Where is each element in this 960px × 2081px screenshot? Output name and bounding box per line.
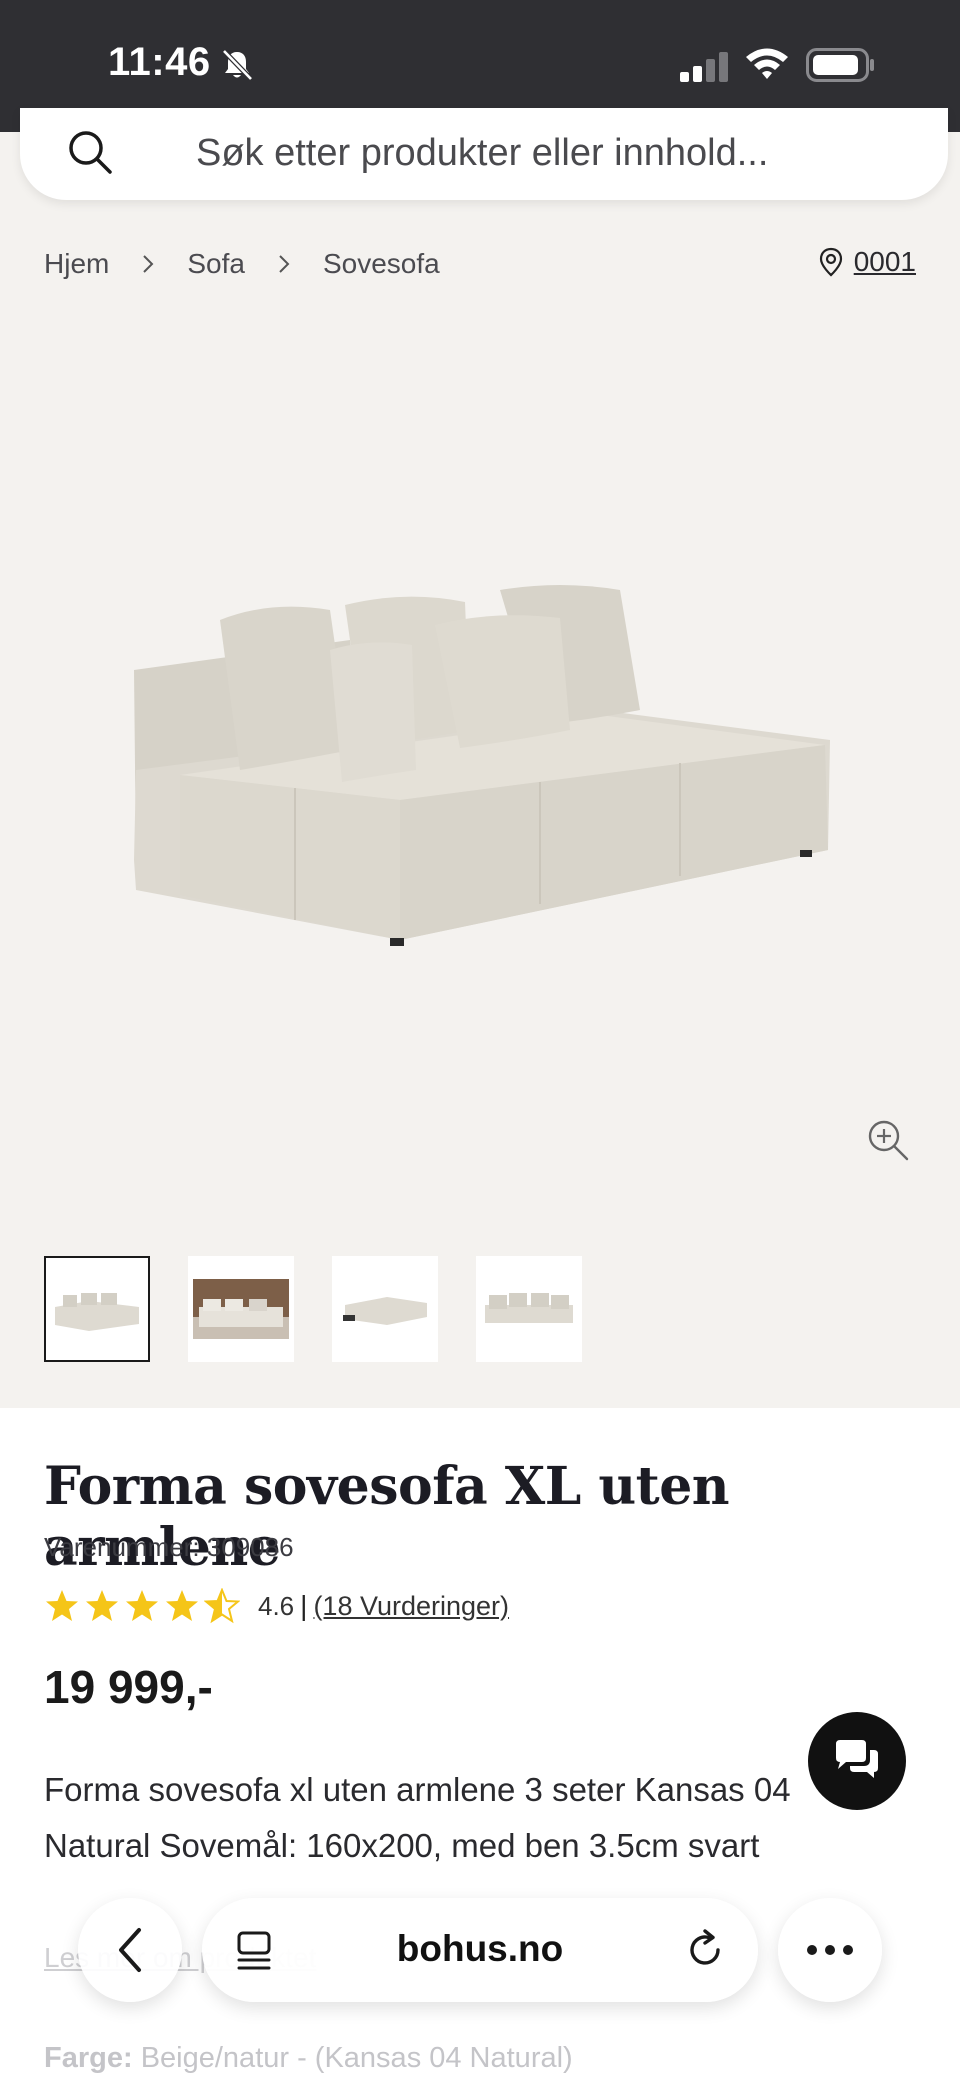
star-icon <box>86 1590 118 1621</box>
back-icon <box>119 1928 141 1972</box>
status-time: 11:46 <box>108 40 211 84</box>
thumbnail-2[interactable] <box>188 1256 294 1362</box>
color-label: Farge: <box>44 2042 133 2074</box>
rating-separator: | <box>300 1590 308 1621</box>
rating-count-link[interactable]: (18 Vurderinger) <box>313 1591 509 1622</box>
battery-icon <box>806 48 874 82</box>
thumbnail-1[interactable] <box>44 1256 150 1362</box>
search-icon[interactable] <box>66 128 114 176</box>
more-button[interactable] <box>778 1898 882 2002</box>
back-button[interactable] <box>78 1898 182 2002</box>
breadcrumb-item-sofa[interactable]: Sofa <box>187 248 245 280</box>
product-rating: 4.6 | (18 Vurderinger) <box>44 1588 509 1624</box>
star-icon <box>126 1590 158 1621</box>
thumbnail-4[interactable] <box>476 1256 582 1362</box>
star-icon <box>46 1590 78 1621</box>
chevron-right-icon <box>143 255 154 273</box>
product-description: Forma sovesofa xl uten armlene 3 seter K… <box>44 1771 791 1864</box>
breadcrumb-item-sovesofa[interactable]: Sovesofa <box>323 248 440 280</box>
thumbnail-3[interactable] <box>332 1256 438 1362</box>
chat-button[interactable] <box>808 1712 906 1810</box>
address-bar[interactable]: bohus.no <box>202 1898 758 2002</box>
breadcrumb: Hjem Sofa Sovesofa <box>44 248 440 280</box>
bell-off-icon <box>222 49 253 81</box>
product-price: 19 999,- <box>44 1661 213 1713</box>
search-bar[interactable] <box>20 108 948 200</box>
color-row: Farge: Beige/natur - (Kansas 04 Natural) <box>44 2042 573 2075</box>
color-value: Beige/natur - (Kansas 04 Natural) <box>140 2042 573 2074</box>
product-image[interactable] <box>120 560 840 980</box>
search-input[interactable] <box>196 128 896 178</box>
zoom-in-icon[interactable] <box>866 1118 910 1162</box>
location-pin-icon <box>819 247 842 277</box>
more-icon <box>807 1945 853 1955</box>
chat-icon <box>836 1740 878 1778</box>
store-selector[interactable]: 0001 <box>818 246 916 278</box>
breadcrumb-item-home[interactable]: Hjem <box>44 248 109 280</box>
chevron-right-icon <box>279 255 290 273</box>
star-icon <box>166 1590 198 1621</box>
signal-icon <box>680 52 728 82</box>
store-number[interactable]: 0001 <box>854 246 916 278</box>
rating-value: 4.6 <box>258 1590 295 1621</box>
wifi-icon <box>746 48 788 79</box>
url-text[interactable]: bohus.no <box>202 1928 758 1970</box>
reload-icon[interactable] <box>684 1928 728 1972</box>
star-half-icon <box>204 1588 240 1624</box>
thumbnail-strip <box>44 1256 582 1362</box>
product-sku: Varenummer: 309086 <box>44 1532 294 1562</box>
